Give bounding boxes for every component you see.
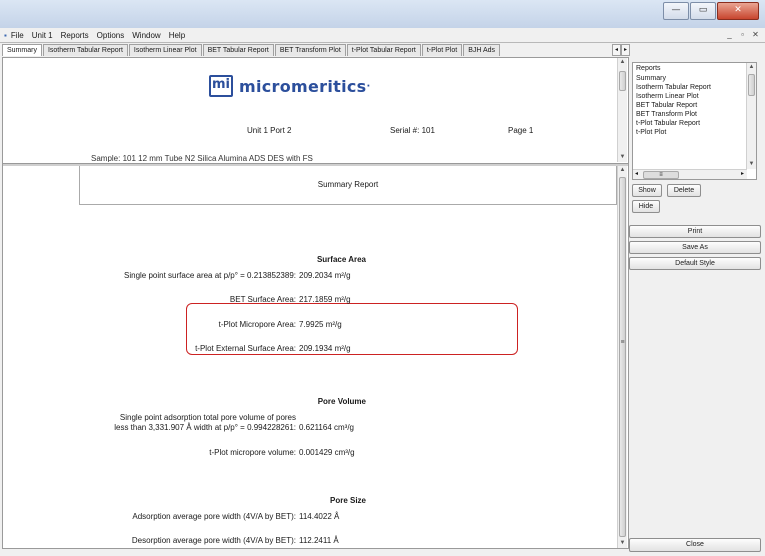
tplot-micropore-area-value: 7.9925 m²/g <box>299 320 342 329</box>
header-scrollbar[interactable]: ▲ ▼ <box>617 58 627 162</box>
report-scrollbar[interactable]: ▲ ≡ ▼ <box>617 166 627 548</box>
scroll-grip-icon: ≡ <box>620 339 625 346</box>
scroll-down-arrow-icon[interactable]: ▼ <box>618 153 627 162</box>
single-point-surface-value: 209.2034 m²/g <box>299 271 351 280</box>
pore-volume-heading: Pore Volume <box>317 397 366 406</box>
tab-scroll-left-button[interactable]: ◂ <box>612 44 621 56</box>
ads-pore-width-label: Adsorption average pore width (4V/A by B… <box>132 512 296 521</box>
maximize-button[interactable]: ▭ <box>690 2 716 20</box>
tab-scroll: ◂ ▸ <box>612 44 630 56</box>
reports-list-hscroll[interactable]: ◂ ≡ ▸ <box>633 169 747 179</box>
des-pore-width-label: Desorption average pore width (4V/A by B… <box>131 536 296 545</box>
bet-surface-label: BET Surface Area: <box>229 295 296 304</box>
menu-unit1[interactable]: Unit 1 <box>32 31 53 40</box>
tplot-external-value: 209.1934 m²/g <box>299 344 351 353</box>
micromeritics-logo: mi micromeritics · <box>209 75 371 97</box>
scroll-up-arrow-icon[interactable]: ▲ <box>618 58 627 67</box>
reports-list-scrollbar[interactable]: ▲ ▼ <box>746 63 756 169</box>
menu-window[interactable]: Window <box>132 31 160 40</box>
hscroll-right-arrow-icon[interactable]: ▸ <box>741 170 744 179</box>
menu-options[interactable]: Options <box>97 31 125 40</box>
tab-tplot-plot[interactable]: t-Plot Plot <box>421 44 463 56</box>
list-scroll-down-arrow-icon[interactable]: ▼ <box>747 160 756 169</box>
tab-bet-tabular[interactable]: BET Tabular Report <box>202 44 274 56</box>
unit-port: Unit 1 Port 2 <box>247 126 292 135</box>
pore-volume-label-line1: Single point adsorption total pore volum… <box>119 413 296 422</box>
tab-tplot-tabular[interactable]: t-Plot Tabular Report <box>346 44 421 56</box>
mdi-close-button[interactable]: ✕ <box>750 29 761 40</box>
sample-line: Sample: 101 12 mm Tube N2 Silica Alumina… <box>91 154 313 162</box>
mdi-controls: _ ▫ ✕ <box>722 29 761 40</box>
tab-bjh-ads[interactable]: BJH Ads <box>463 44 501 56</box>
mdi-restore-button[interactable]: ▫ <box>737 29 748 40</box>
tab-isotherm-linear[interactable]: Isotherm Linear Plot <box>128 44 202 56</box>
default-style-button[interactable]: Default Style <box>629 257 761 270</box>
hscroll-thumb[interactable]: ≡ <box>643 171 679 179</box>
tab-isotherm-tabular[interactable]: Isotherm Tabular Report <box>42 44 128 56</box>
reports-list-header: Reports <box>636 65 661 72</box>
hide-button[interactable]: Hide <box>632 200 660 213</box>
menu-reports[interactable]: Reports <box>61 31 89 40</box>
tplot-micropore-area-label: t-Plot Micropore Area: <box>218 320 296 329</box>
page-number: Page 1 <box>508 126 534 135</box>
hscroll-left-arrow-icon[interactable]: ◂ <box>635 170 638 179</box>
reports-list[interactable]: Reports Summary Isotherm Tabular Report … <box>632 62 757 180</box>
close-window-button[interactable]: ✕ <box>717 2 759 20</box>
report-header: mi micromeritics · Unit 1 Port 2 Serial … <box>3 58 615 162</box>
minimize-button[interactable]: — <box>663 2 689 20</box>
menu-file[interactable]: File <box>11 31 24 40</box>
app-icon[interactable]: ▪ <box>4 31 7 40</box>
menu-bar: ▪ File Unit 1 Reports Options Window Hel… <box>0 28 765 42</box>
report-scroll-up-arrow-icon[interactable]: ▲ <box>618 166 627 175</box>
logo-registered-mark: · <box>366 80 371 92</box>
single-point-surface-label: Single point surface area at p/p° = 0.21… <box>124 271 296 280</box>
serial-number: Serial #: 101 <box>390 126 435 135</box>
report-scroll-down-arrow-icon[interactable]: ▼ <box>618 539 627 548</box>
list-item[interactable]: Isotherm Linear Plot <box>633 92 756 101</box>
tplot-micropore-volume-value: 0.001429 cm³/g <box>299 448 355 457</box>
report-scroll-thumb[interactable] <box>619 177 626 537</box>
list-item[interactable]: t-Plot Plot <box>633 128 756 137</box>
tplot-micropore-volume-label: t-Plot micropore volume: <box>209 448 296 457</box>
delete-button[interactable]: Delete <box>667 184 701 197</box>
logo-text: micromeritics <box>239 76 367 96</box>
tplot-external-label: t-Plot External Surface Area: <box>195 344 296 353</box>
window-controls: — ▭ ✕ <box>662 2 759 20</box>
show-button[interactable]: Show <box>632 184 662 197</box>
list-scroll-up-arrow-icon[interactable]: ▲ <box>747 63 756 72</box>
save-as-button[interactable]: Save As <box>629 241 761 254</box>
surface-area-heading: Surface Area <box>316 255 366 264</box>
pore-size-heading: Pore Size <box>329 496 366 505</box>
tab-summary[interactable]: Summary <box>2 44 42 56</box>
report-panel: mi micromeritics · Unit 1 Port 2 Serial … <box>2 57 629 549</box>
tab-scroll-right-button[interactable]: ▸ <box>621 44 630 56</box>
scroll-thumb[interactable] <box>619 71 626 91</box>
logo-mark-icon: mi <box>209 75 233 97</box>
summary-title: Summary Report <box>317 180 379 189</box>
list-item[interactable]: Summary <box>633 74 756 83</box>
pore-volume-value: 0.621164 cm³/g <box>299 423 354 432</box>
close-button[interactable]: Close <box>629 538 761 552</box>
list-item[interactable]: BET Transform Plot <box>633 110 756 119</box>
des-pore-width-value: 112.2411 Å <box>299 536 339 545</box>
menu-help[interactable]: Help <box>169 31 185 40</box>
list-scroll-thumb[interactable] <box>748 74 755 96</box>
print-button[interactable]: Print <box>629 225 761 238</box>
summary-title-box: Summary Report <box>79 166 617 205</box>
report-tabs: Summary Isotherm Tabular Report Isotherm… <box>2 44 628 56</box>
mdi-minimize-button[interactable]: _ <box>724 29 735 40</box>
tab-bet-transform[interactable]: BET Transform Plot <box>274 44 346 56</box>
title-bar: — ▭ ✕ <box>0 0 765 28</box>
pore-volume-label-line2: less than 3,331.907 Å width at p/p° = 0.… <box>114 423 296 432</box>
ads-pore-width-value: 114.4022 Å <box>299 512 340 521</box>
main-area: Summary Isotherm Tabular Report Isotherm… <box>0 42 765 556</box>
list-item[interactable]: t-Plot Tabular Report <box>633 119 756 128</box>
reports-side-panel: Reports Summary Isotherm Tabular Report … <box>629 57 763 553</box>
bet-surface-value: 217.1859 m²/g <box>299 295 351 304</box>
list-item[interactable]: Isotherm Tabular Report <box>633 83 756 92</box>
list-item[interactable]: BET Tabular Report <box>633 101 756 110</box>
